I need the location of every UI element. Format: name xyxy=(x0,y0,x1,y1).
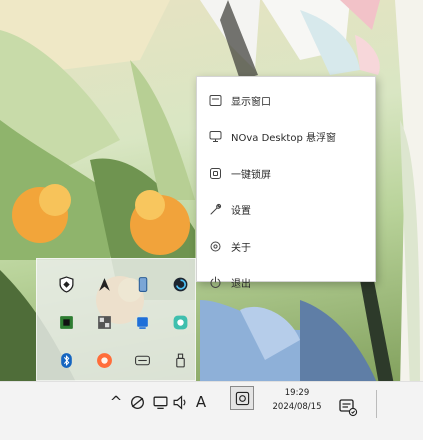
spiral-app-icon[interactable] xyxy=(161,265,199,303)
shield-app-icon[interactable] xyxy=(47,265,85,303)
monitor-icon xyxy=(208,130,222,144)
menu-item-settings[interactable]: 设置 xyxy=(197,192,375,229)
network-icon[interactable] xyxy=(127,392,147,412)
nova-tray-icon[interactable] xyxy=(230,386,254,410)
menu-item-floating-window[interactable]: NOva Desktop 悬浮窗 xyxy=(197,119,375,156)
lock-screen-icon xyxy=(208,166,222,180)
menu-item-about[interactable]: 关于 xyxy=(197,228,375,265)
menu-item-lock-screen[interactable]: 一键锁屏 xyxy=(197,155,375,192)
menu-item-show-window[interactable]: 显示窗口 xyxy=(197,82,375,119)
usb-icon[interactable] xyxy=(161,341,199,379)
chevron-up-icon: ^ xyxy=(109,393,123,411)
menu-item-label: 一键锁屏 xyxy=(231,169,271,181)
menu-item-label: 显示窗口 xyxy=(231,96,271,108)
keyboard-icon[interactable] xyxy=(123,341,161,379)
display-icon[interactable] xyxy=(150,392,170,412)
notification-center-button[interactable] xyxy=(338,397,358,421)
taskbar: ^ A 19:29 2024/08/15 xyxy=(0,381,423,440)
wrench-icon xyxy=(208,203,222,217)
gear-icon xyxy=(208,239,222,253)
input-method-indicator[interactable]: A xyxy=(192,391,210,413)
power-icon xyxy=(208,276,222,290)
orange-circle-app-icon[interactable] xyxy=(85,341,123,379)
menu-item-label: 退出 xyxy=(231,279,251,291)
show-hidden-icons-button[interactable]: ^ xyxy=(108,392,124,412)
tray-overflow-flyout xyxy=(36,258,196,381)
volume-icon[interactable] xyxy=(170,392,190,412)
clock-date: 2024/08/15 xyxy=(272,402,322,412)
menu-item-label: 设置 xyxy=(231,206,251,218)
clock-time: 19:29 xyxy=(284,388,310,398)
menu-item-label: NOva Desktop 悬浮窗 xyxy=(231,133,336,145)
window-icon xyxy=(208,93,222,107)
menu-item-exit[interactable]: 退出 xyxy=(197,265,375,302)
teal-circle-app-icon[interactable] xyxy=(161,303,199,341)
tray-context-menu: 显示窗口 NOva Desktop 悬浮窗 一键锁屏 设置 关于 退出 xyxy=(196,76,376,290)
menu-item-label: 关于 xyxy=(231,242,251,254)
phone-app-icon[interactable] xyxy=(123,265,161,303)
green-app-icon[interactable] xyxy=(47,303,85,341)
bluetooth-icon[interactable] xyxy=(47,341,85,379)
blue-square-app-icon[interactable] xyxy=(123,303,161,341)
grid-app-icon[interactable] xyxy=(85,303,123,341)
clock[interactable]: 19:29 2024/08/15 xyxy=(262,386,332,414)
show-desktop-button[interactable] xyxy=(376,390,377,418)
rocket-app-icon[interactable] xyxy=(85,265,123,303)
notification-icon xyxy=(339,399,358,417)
